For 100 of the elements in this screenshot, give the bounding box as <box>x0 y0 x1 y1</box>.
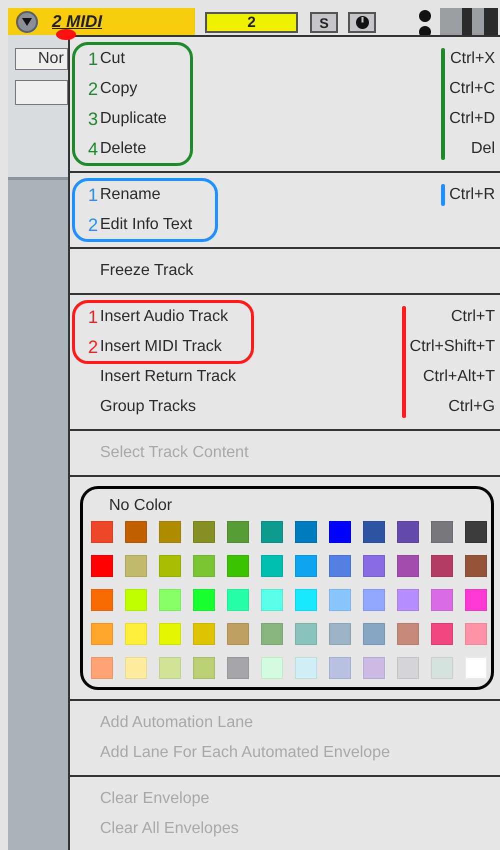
color-swatch[interactable] <box>91 623 113 645</box>
color-swatch[interactable] <box>363 555 385 577</box>
color-swatch[interactable] <box>329 657 351 679</box>
clip-slot[interactable]: 2 <box>205 12 298 33</box>
menu-item[interactable]: Insert Return Track Ctrl+Alt+T <box>70 362 500 392</box>
menu-item[interactable]: 2 Edit Info Text <box>70 210 500 240</box>
color-swatch[interactable] <box>295 623 317 645</box>
color-swatch[interactable] <box>431 657 453 679</box>
menu-item[interactable]: Freeze Track <box>70 256 500 286</box>
menu-item: Clear Envelope <box>99 789 210 809</box>
color-swatch[interactable] <box>227 623 249 645</box>
color-swatch[interactable] <box>91 555 113 577</box>
color-swatch[interactable] <box>261 555 283 577</box>
color-swatch[interactable] <box>261 521 283 543</box>
color-swatch[interactable] <box>227 657 249 679</box>
solo-button[interactable]: S <box>310 12 338 33</box>
color-swatch[interactable] <box>125 623 147 645</box>
menu-item[interactable]: 1 Rename Ctrl+R <box>70 180 500 210</box>
color-swatch[interactable] <box>329 555 351 577</box>
color-swatch[interactable] <box>465 589 487 611</box>
color-swatch[interactable] <box>397 623 419 645</box>
color-swatch[interactable] <box>159 589 181 611</box>
annotation-number: 1 <box>86 184 99 206</box>
menu-item[interactable]: 2 Insert MIDI Track Ctrl+Shift+T <box>70 332 500 362</box>
color-swatch[interactable] <box>465 657 487 679</box>
track-name[interactable]: 2 MIDI <box>52 12 102 32</box>
color-swatch[interactable] <box>397 521 419 543</box>
menu-item[interactable]: 3 Duplicate Ctrl+D <box>70 104 500 134</box>
shortcut-label: Ctrl+Alt+T <box>422 368 495 386</box>
shortcut-label: Ctrl+R <box>449 186 495 204</box>
color-swatch[interactable] <box>227 555 249 577</box>
color-swatch[interactable] <box>261 657 283 679</box>
menu-item[interactable]: 1Cut Ctrl+X <box>70 44 500 74</box>
collapse-button[interactable] <box>16 10 38 32</box>
color-swatch[interactable] <box>363 623 385 645</box>
circle-icon <box>356 16 368 29</box>
color-swatch[interactable] <box>329 623 351 645</box>
no-color-option[interactable]: No Color <box>91 491 483 521</box>
color-swatch[interactable] <box>431 623 453 645</box>
color-swatch[interactable] <box>465 623 487 645</box>
color-swatch[interactable] <box>193 521 215 543</box>
menu-item[interactable]: 1 Insert Audio Track Ctrl+T <box>70 302 500 332</box>
shortcut-label: Ctrl+D <box>449 110 495 128</box>
annotation-number: 2 <box>86 78 99 100</box>
color-swatch[interactable] <box>465 555 487 577</box>
menu-item[interactable]: 4 Delete Del <box>70 134 500 164</box>
shortcut-label: Del <box>470 140 495 158</box>
menu-item[interactable]: 2Copy Ctrl+C <box>70 74 500 104</box>
color-swatch[interactable] <box>295 657 317 679</box>
menu-item: Add Lane For Each Automated Envelope <box>99 743 391 763</box>
annotation-number: 2 <box>86 214 99 236</box>
color-swatch[interactable] <box>159 555 181 577</box>
monitor-button[interactable] <box>348 12 376 33</box>
color-swatch[interactable] <box>431 589 453 611</box>
color-swatch[interactable] <box>91 657 113 679</box>
shortcut-label: Ctrl+C <box>449 80 495 98</box>
color-swatch[interactable] <box>295 555 317 577</box>
color-swatch[interactable] <box>125 589 147 611</box>
monitor-field[interactable]: Nor <box>15 48 68 70</box>
annotation-number: 1 <box>86 48 99 70</box>
color-swatch[interactable] <box>91 589 113 611</box>
shortcut-label: Ctrl+T <box>451 308 495 326</box>
color-swatch[interactable] <box>159 657 181 679</box>
menu-item: Clear All Envelopes <box>99 819 240 839</box>
color-swatch[interactable] <box>261 589 283 611</box>
color-swatch[interactable] <box>193 623 215 645</box>
color-swatch[interactable] <box>227 521 249 543</box>
shortcut-label: Ctrl+G <box>448 398 495 416</box>
input-field[interactable] <box>15 80 68 105</box>
color-swatch[interactable] <box>125 657 147 679</box>
annotation-number: 2 <box>86 336 99 358</box>
shortcut-label: Ctrl+Shift+T <box>410 338 495 356</box>
color-swatch[interactable] <box>363 657 385 679</box>
color-swatch[interactable] <box>193 589 215 611</box>
color-swatch[interactable] <box>193 555 215 577</box>
color-swatch[interactable] <box>431 521 453 543</box>
color-swatch[interactable] <box>363 589 385 611</box>
color-swatch[interactable] <box>159 521 181 543</box>
color-swatch[interactable] <box>431 555 453 577</box>
color-swatch[interactable] <box>227 589 249 611</box>
color-swatch[interactable] <box>295 589 317 611</box>
color-swatch[interactable] <box>397 657 419 679</box>
menu-item[interactable]: Group Tracks Ctrl+G <box>70 392 500 422</box>
color-swatch[interactable] <box>261 623 283 645</box>
annotation-number: 4 <box>86 138 99 160</box>
color-swatch[interactable] <box>295 521 317 543</box>
color-swatch[interactable] <box>125 555 147 577</box>
color-swatch[interactable] <box>193 657 215 679</box>
color-swatch[interactable] <box>329 521 351 543</box>
color-swatch[interactable] <box>363 521 385 543</box>
color-swatch[interactable] <box>159 623 181 645</box>
color-swatch[interactable] <box>91 521 113 543</box>
annotation-number: 3 <box>86 108 99 130</box>
color-swatch[interactable] <box>329 589 351 611</box>
annotation-number: 1 <box>86 306 99 328</box>
triangle-down-icon <box>22 18 32 26</box>
color-swatch[interactable] <box>397 589 419 611</box>
color-swatch[interactable] <box>125 521 147 543</box>
color-swatch[interactable] <box>397 555 419 577</box>
color-swatch[interactable] <box>465 521 487 543</box>
